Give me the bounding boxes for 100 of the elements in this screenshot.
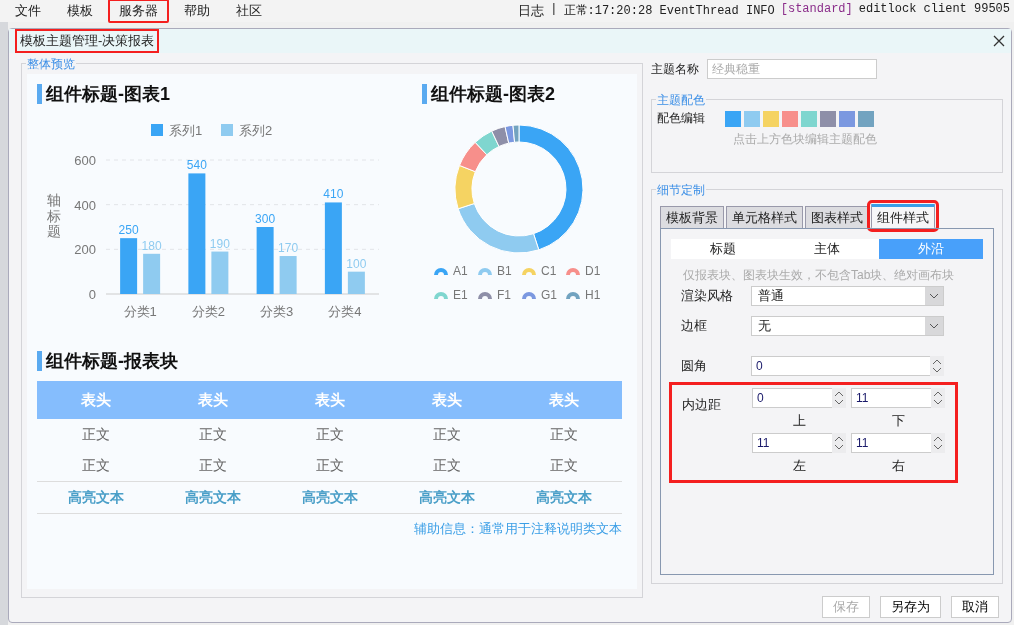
number-field[interactable]: 11 [851,433,931,453]
color-swatch[interactable] [725,110,741,127]
bar [120,238,138,294]
log-menu[interactable]: 日志 [518,2,545,20]
tick-label: 200 [74,242,96,258]
dialog-title: 模板主题管理-决策报表 [15,29,160,53]
data-label: 100 [346,256,367,271]
number-field[interactable]: 0 [752,388,832,408]
close-icon[interactable] [993,35,1005,47]
color-swatch[interactable] [839,110,855,127]
data-label: 300 [255,212,276,226]
tab[interactable]: 模板背景 [660,206,724,228]
table-cell: 正文 [154,450,271,482]
dropdown[interactable]: 无 [751,316,944,336]
data-label: 540 [186,158,207,173]
menu-item[interactable]: 文件 [4,0,52,23]
legend-label: 系列2 [239,123,273,138]
header-cell: 表头 [505,381,622,419]
bar [143,253,161,294]
field-caption: 左 [791,457,807,475]
highlight-cell: 高亮文本 [388,481,505,514]
data-label: 410 [323,187,344,202]
table-cell: 正文 [505,450,622,482]
field-caption: 右 [890,457,906,475]
data-label: 250 [118,223,139,238]
tick-label: 400 [74,197,96,213]
dialog-button[interactable]: 另存为 [880,596,941,618]
field-caption: 上 [791,412,807,430]
dropdown[interactable]: 普通 [751,286,944,306]
tab[interactable]: 图表样式 [805,206,869,228]
axis-title: 轴标题 [47,193,61,240]
section-legend: 细节定制 [656,182,706,199]
tab[interactable]: 单元格样式 [726,206,803,228]
color-swatch[interactable] [782,110,798,127]
legend-item: F1 [478,288,522,302]
number-field[interactable]: 11 [752,433,832,453]
field-label: 圆角 [681,357,708,375]
table-cell: 正文 [154,419,271,450]
table-cell: 正文 [37,450,154,482]
color-swatch[interactable] [763,110,779,127]
section-legend: 整体预览 [26,56,76,73]
menu-item[interactable]: 帮助 [173,0,221,23]
legend-item: E1 [434,288,478,302]
highlight-cell: 高亮文本 [505,481,622,514]
color-swatch[interactable] [744,110,760,127]
legend-item: A1 [434,264,478,278]
category-label: 分类4 [328,304,362,319]
header-cell: 表头 [388,381,505,419]
field-label: 边框 [681,317,708,335]
component-title: 组件标题-图表1 [37,84,170,104]
component-title: 组件标题-图表2 [422,84,555,104]
color-swatch[interactable] [858,110,874,127]
caret-icon[interactable] [925,287,943,305]
hint-text: 仅报表块、图表块生效，不包含Tab块、绝对画布块 [683,267,956,284]
spinner-arrows-icon[interactable] [931,433,945,453]
header-cell: 表头 [154,381,271,419]
bar [347,271,365,294]
spinner-arrows-icon[interactable] [930,356,944,376]
highlight-cell: 高亮文本 [271,481,388,514]
number-field[interactable]: 11 [851,388,931,408]
field-label: 配色编辑 [657,110,705,127]
table-cell: 正文 [388,450,505,482]
menu-item[interactable]: 模板 [56,0,104,23]
legend-item: 系列2 [221,123,273,138]
data-label: 170 [278,241,299,256]
legend-item: H1 [566,288,610,302]
highlight-cell: 高亮文本 [37,481,154,514]
note-text: 辅助信息：通常用于注释说明类文本 [413,520,622,538]
status-text: editlock client 99505 [858,2,1010,18]
separator: | [550,2,558,18]
component-title: 组件标题-报表块 [37,351,178,371]
legend-item: C1 [522,264,566,278]
dialog-button[interactable]: 取消 [951,596,999,618]
tick-label: 600 [74,153,96,168]
theme-name-field[interactable]: 经典稳重 [707,59,877,79]
caret-icon[interactable] [925,317,943,335]
table-cell: 正文 [388,419,505,450]
category-label: 分类3 [260,304,294,319]
number-field[interactable]: 0 [751,356,930,376]
spinner-arrows-icon[interactable] [832,388,846,408]
segment-tab[interactable]: 标题 [671,239,775,259]
color-swatch[interactable] [801,110,817,127]
status-tag: [standard] [780,2,853,20]
bar [256,227,274,294]
field-label: 主题名称 [651,60,699,78]
legend-item: 系列1 [151,123,203,138]
menu-item[interactable]: 服务器 [108,0,169,23]
legend-item: D1 [566,264,610,278]
header-cell: 表头 [271,381,388,419]
segment-tab[interactable]: 主体 [775,239,879,259]
section-legend: 主题配色 [656,92,706,109]
spinner-arrows-icon[interactable] [931,388,945,408]
donut-slice [474,130,500,156]
category-label: 分类1 [123,304,157,319]
highlight-cell: 高亮文本 [154,481,271,514]
menu-item[interactable]: 社区 [225,0,273,23]
table-cell: 正文 [505,419,622,450]
bar [211,251,229,294]
spinner-arrows-icon[interactable] [832,433,846,453]
color-swatch[interactable] [820,110,836,127]
